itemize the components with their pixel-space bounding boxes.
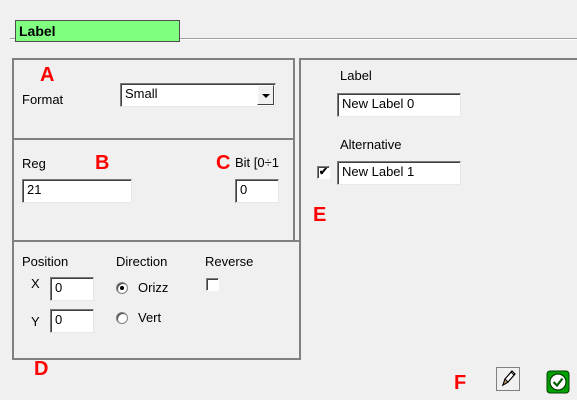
format-label: Format xyxy=(22,92,64,107)
checkmark-icon[interactable] xyxy=(546,370,570,394)
page-title: Label xyxy=(15,20,180,42)
x-label: X xyxy=(31,276,40,291)
reg-label: Reg xyxy=(22,156,46,171)
marker-e: E xyxy=(313,204,327,226)
direction-vert-radio[interactable] xyxy=(116,312,128,324)
marker-d: D xyxy=(34,358,49,380)
alternative-checkbox[interactable]: ✔ xyxy=(317,166,330,179)
reverse-label: Reverse xyxy=(205,254,254,269)
direction-orizz-label[interactable]: Orizz xyxy=(138,280,168,295)
label-field-label: Label xyxy=(340,68,372,83)
marker-c: C xyxy=(216,152,231,174)
bit-input[interactable]: 0 xyxy=(235,179,279,203)
y-input[interactable]: 0 xyxy=(50,309,94,333)
y-label: Y xyxy=(31,314,40,329)
format-select-value: Small xyxy=(125,86,158,101)
marker-b: B xyxy=(95,152,110,174)
label-input[interactable]: New Label 0 xyxy=(337,93,461,117)
direction-orizz-radio[interactable] xyxy=(116,282,128,294)
bit-label: Bit [0÷1 xyxy=(235,155,279,170)
direction-vert-label[interactable]: Vert xyxy=(138,310,161,325)
marker-f: F xyxy=(454,372,467,394)
format-select[interactable]: Small xyxy=(120,83,276,107)
reverse-checkbox[interactable] xyxy=(206,278,219,291)
x-input[interactable]: 0 xyxy=(50,277,94,301)
pencil-icon[interactable] xyxy=(496,367,520,391)
marker-a: A xyxy=(40,64,55,86)
alternative-input[interactable]: New Label 1 xyxy=(337,161,461,185)
direction-label: Direction xyxy=(116,254,168,269)
chevron-down-icon[interactable] xyxy=(257,85,274,105)
position-label: Position xyxy=(22,254,69,269)
alternative-label: Alternative xyxy=(340,137,402,152)
reg-input[interactable]: 21 xyxy=(22,179,132,203)
